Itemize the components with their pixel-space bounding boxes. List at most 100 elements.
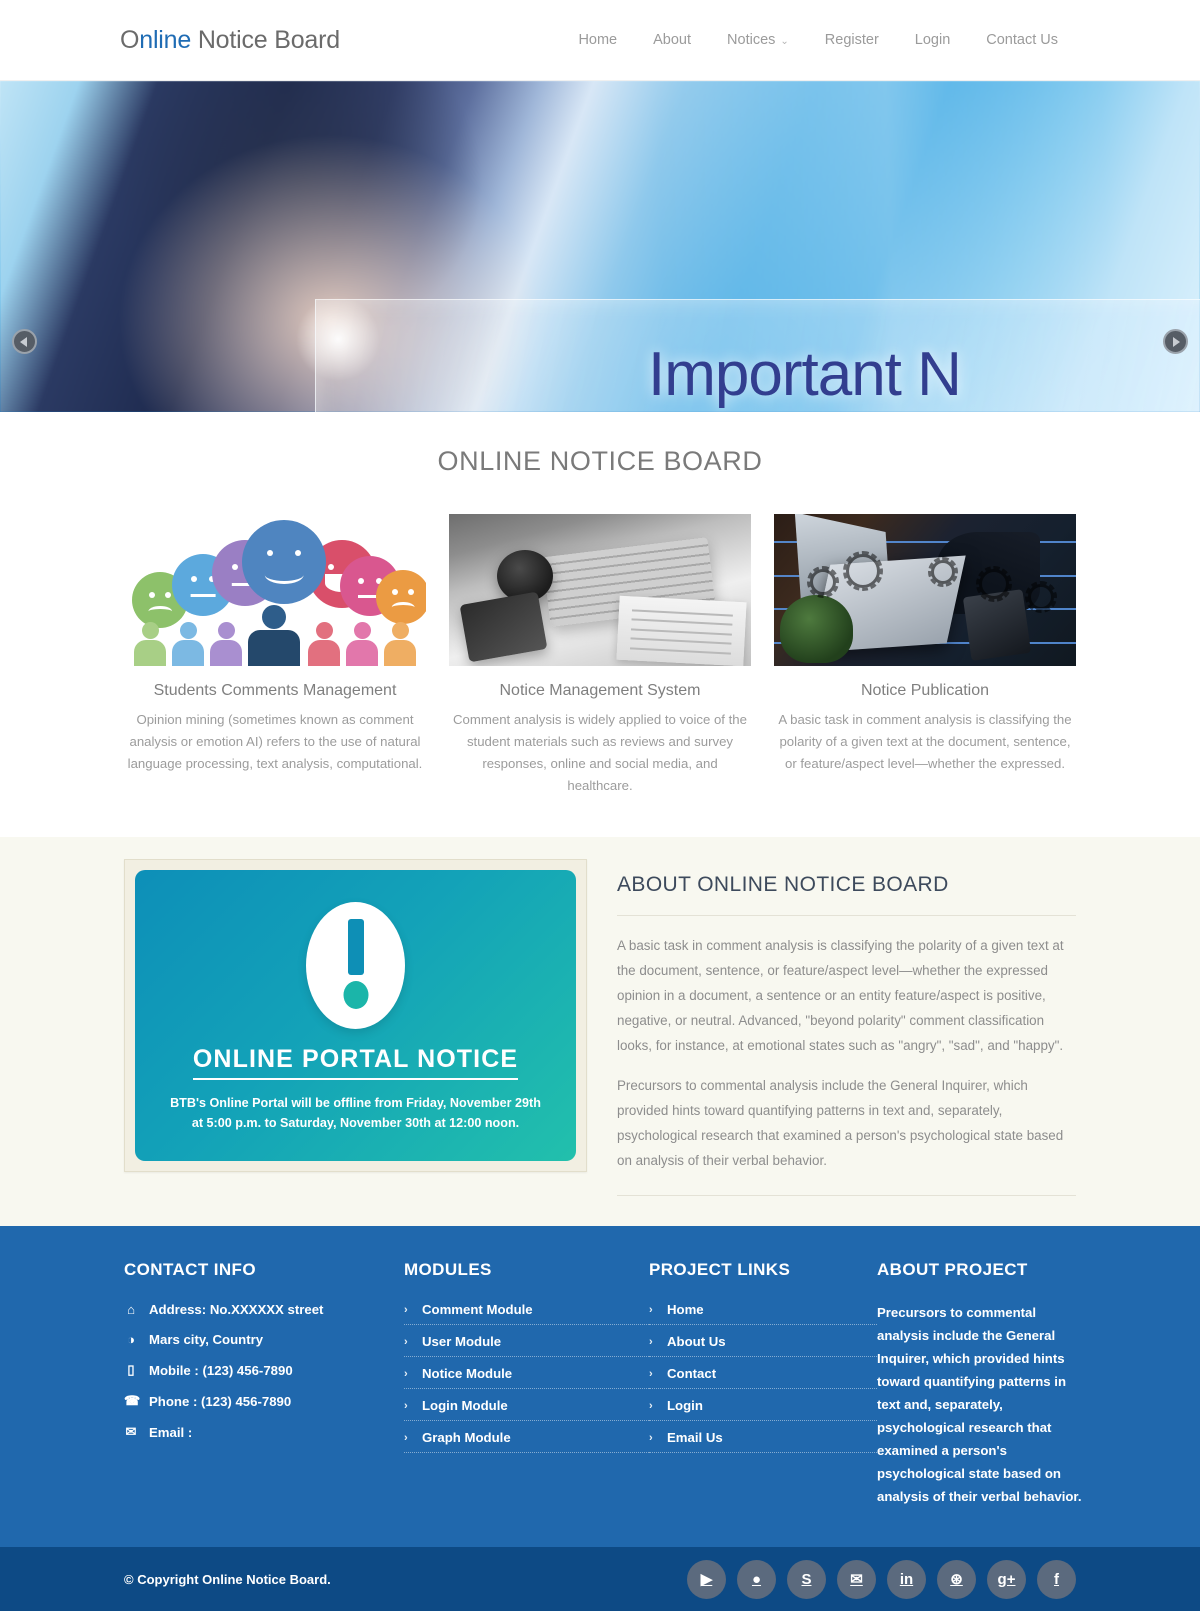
footer-link-email-us[interactable]: › Email Us [649, 1430, 877, 1445]
modules-link-list: › Comment Module › User Module › Notice Modul… [404, 1302, 649, 1454]
envelope-icon: ✉ [125, 1424, 137, 1440]
notice-image-frame: ONLINE PORTAL NOTICE BTB's Online Portal… [124, 859, 587, 1173]
chevron-right-icon: › [649, 1431, 653, 1444]
paper-sheet [616, 595, 747, 666]
gear-icon [1024, 580, 1057, 613]
footer-link-login-module[interactable]: › Login Module [404, 1398, 649, 1413]
site-logo[interactable]: Online Notice Board [120, 26, 340, 55]
footer-link-graph-module[interactable]: › Graph Module [404, 1430, 649, 1445]
person-blue [172, 622, 204, 666]
footer-link-label: About Us [667, 1334, 726, 1350]
list-item: › Home [649, 1302, 877, 1326]
coffee-cup [497, 550, 554, 603]
footer-modules-title: MODULES [404, 1260, 492, 1280]
github-icon[interactable]: ● [737, 1559, 776, 1599]
project-links-list: › Home › About Us › Contact › Login › Email Us [649, 1302, 877, 1454]
chevron-right-icon: › [404, 1431, 408, 1444]
chevron-right-icon: › [404, 1367, 408, 1380]
footer-link-label: Home [667, 1302, 704, 1318]
footer-project-links-column: PROJECT LINKS › Home › About Us › Contact › Log… [649, 1260, 877, 1509]
contact-line: ⌂ Address: No.XXXXXX street [124, 1302, 404, 1317]
list-item: › About Us [649, 1334, 877, 1358]
nav-item-notices[interactable]: Notices ⌄ [709, 26, 807, 54]
contact-line: ▯ Mobile : (123) 456-7890 [124, 1362, 404, 1378]
footer-contact-column: CONTACT INFO ⌂ Address: No.XXXXXX street ◑… [124, 1260, 404, 1509]
feature-card: Notice Management System Comment analysi… [449, 514, 751, 797]
footer-link-label: Notice Module [422, 1366, 513, 1382]
hero-slider: Important N [0, 81, 1200, 412]
footer-link-login[interactable]: › Login [649, 1398, 877, 1413]
list-item: › Login Module [404, 1398, 649, 1422]
nav-item-label: Home [578, 32, 618, 48]
gear-icon [928, 556, 959, 587]
footer-link-contact[interactable]: › Contact [649, 1366, 877, 1381]
feature-card-text: Opinion mining (sometimes known as comme… [127, 712, 423, 772]
notice-publication-image [774, 514, 1076, 666]
person-purple [210, 622, 242, 666]
twitter-icon[interactable]: ✉ [837, 1559, 876, 1599]
desk-photo [449, 514, 751, 666]
brand-suffix: Notice Board [191, 25, 340, 54]
nav-item-label: Register [824, 32, 879, 48]
hero-caption: Important N [648, 340, 962, 409]
social-links: ▶ ● S ✉ in ⊛ g+ f [687, 1559, 1076, 1599]
globe-icon: ◑ [127, 1332, 135, 1348]
skype-icon[interactable]: S [787, 1559, 826, 1599]
slider-prev-button[interactable] [12, 329, 37, 354]
gear-icon [843, 550, 884, 591]
list-item: › User Module [404, 1334, 649, 1358]
nav-item-contact-us[interactable]: Contact Us [968, 26, 1076, 54]
notice-management-image [449, 514, 751, 666]
youtube-icon[interactable]: ▶ [687, 1559, 726, 1599]
online-portal-notice-card: ONLINE PORTAL NOTICE BTB's Online Portal… [135, 870, 576, 1162]
students-comments-image [124, 514, 426, 666]
contact-text: Mobile : (123) 456-7890 [149, 1362, 293, 1378]
footer-link-notice-module[interactable]: › Notice Module [404, 1366, 649, 1381]
footer-link-label: User Module [422, 1334, 502, 1350]
list-item: › Email Us [649, 1430, 877, 1454]
footer-link-home[interactable]: › Home [649, 1302, 877, 1317]
person-green [134, 622, 166, 666]
about-section: ONLINE PORTAL NOTICE BTB's Online Portal… [0, 837, 1200, 1227]
about-title: ABOUT ONLINE NOTICE BOARD [617, 873, 1076, 917]
person-center-dark [248, 605, 300, 666]
nav-item-home[interactable]: Home [560, 26, 635, 54]
main-navigation: Home About Notices ⌄ Register Login Contact Us [560, 26, 1076, 54]
linkedin-icon[interactable]: in [887, 1559, 926, 1599]
chevron-right-icon: › [649, 1367, 653, 1380]
list-item: › Contact [649, 1366, 877, 1390]
footer-link-user-module[interactable]: › User Module [404, 1334, 649, 1349]
nav-item-label: About [653, 32, 692, 48]
notice-body-line2: at 5:00 p.m. to Saturday, November 30th … [191, 1115, 520, 1130]
chevron-right-icon: › [649, 1335, 653, 1348]
person-red [308, 622, 340, 666]
contact-text: Address: No.XXXXXX street [149, 1302, 324, 1318]
about-text-column: ABOUT ONLINE NOTICE BOARD A basic task i… [617, 859, 1076, 1197]
person-pink [346, 622, 378, 666]
contact-line: ◑ Mars city, Country [124, 1332, 404, 1347]
feature-card-title: Notice Publication [860, 682, 990, 699]
nav-item-about[interactable]: About [635, 26, 709, 54]
footer-link-about-us[interactable]: › About Us [649, 1334, 877, 1349]
chevron-right-icon: › [404, 1399, 408, 1412]
site-footer: CONTACT INFO ⌂ Address: No.XXXXXX street ◑… [0, 1226, 1200, 1548]
nav-item-register[interactable]: Register [807, 26, 897, 54]
nav-item-login[interactable]: Login [897, 26, 968, 54]
features-section: ONLINE NOTICE BOARD Students Comments Ma… [0, 412, 1200, 838]
footer-link-label: Graph Module [422, 1430, 511, 1446]
footer-link-label: Login [667, 1398, 703, 1414]
footer-bottom-bar: © Copyright Online Notice Board. ▶ ● S ✉ in ⊛… [0, 1547, 1200, 1611]
slider-next-button[interactable] [1163, 329, 1188, 354]
footer-link-comment-module[interactable]: › Comment Module [404, 1302, 649, 1317]
googleplus-icon[interactable]: g+ [987, 1559, 1026, 1599]
about-divider [617, 1195, 1076, 1197]
plant [780, 594, 853, 663]
chevron-left-icon [20, 336, 27, 347]
facebook-icon[interactable]: f [1037, 1559, 1076, 1599]
footer-link-label: Contact [667, 1366, 717, 1382]
dribbble-icon[interactable]: ⊛ [937, 1559, 976, 1599]
footer-link-label: Comment Module [422, 1302, 533, 1318]
mobile-icon: ▯ [127, 1362, 135, 1378]
about-paragraph-2: Precursors to commental analysis include… [617, 1077, 1064, 1168]
footer-project-links-title: PROJECT LINKS [649, 1260, 791, 1280]
